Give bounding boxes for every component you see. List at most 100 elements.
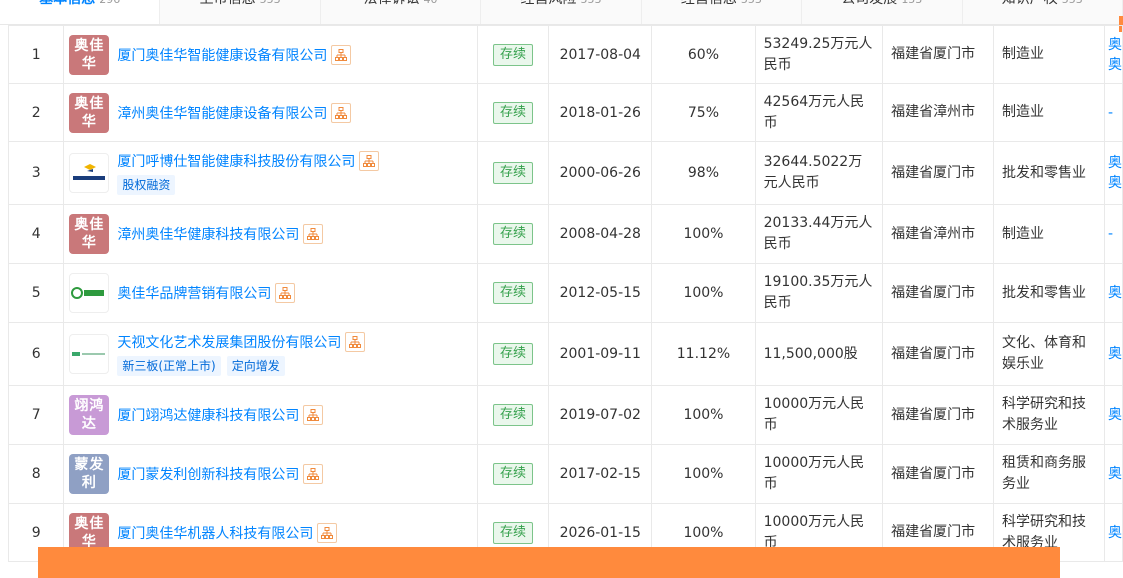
registered-capital: 53249.25万元人民币 bbox=[754, 25, 884, 84]
tab-6[interactable]: 知识产权 553 bbox=[962, 0, 1123, 24]
company-name-link[interactable]: 厦门翊鸿达健康科技有限公司 bbox=[117, 405, 299, 425]
truncated-link[interactable]: - bbox=[1105, 224, 1121, 244]
registered-capital-text: 10000万元人民币 bbox=[763, 455, 865, 492]
row-number-text: 1 bbox=[31, 46, 41, 63]
table-row: 2 奥佳华漳州奥佳华智能健康设备有限公司 存续 2018-01-26 75% 42564万… bbox=[7, 83, 1123, 142]
tab-label: 公司发展 bbox=[841, 0, 897, 7]
industry-text: 批发和零售业 bbox=[1001, 164, 1086, 181]
truncated-link[interactable]: 奥 奥 bbox=[1105, 153, 1122, 193]
table-row: 5 奥佳华品牌营销有限公司 存续 2012-05-15 100% 19100.35万元人民… bbox=[7, 263, 1123, 323]
orange-overlay-bar bbox=[38, 547, 1060, 578]
status-badge: 存续 bbox=[493, 223, 534, 245]
established-date: 2019-07-02 bbox=[548, 385, 653, 445]
status-badge: 存续 bbox=[493, 282, 534, 304]
region-text: 福建省厦门市 bbox=[891, 406, 976, 423]
row-number-text: 9 bbox=[31, 524, 41, 541]
established-date-text: 2017-02-15 bbox=[559, 466, 641, 482]
status-badge: 存续 bbox=[493, 43, 534, 66]
company-cell: 蒙发利厦门蒙发利创新科技有限公司 bbox=[63, 444, 478, 504]
established-date: 2012-05-15 bbox=[548, 263, 653, 323]
tab-label: 基本信息 bbox=[39, 0, 95, 7]
tab-count: 553 bbox=[580, 0, 601, 6]
holding-ratio: 11.12% bbox=[651, 322, 756, 386]
company-structure-icon[interactable] bbox=[331, 102, 352, 123]
status-cell: 存续 bbox=[476, 83, 550, 142]
row-overflow-cell: - bbox=[1103, 204, 1123, 264]
region: 福建省漳州市 bbox=[882, 83, 994, 142]
established-date: 2008-04-28 bbox=[548, 204, 653, 264]
row-overflow-cell: 奥 bbox=[1103, 322, 1123, 386]
registered-capital-text: 19100.35万元人民币 bbox=[763, 274, 873, 311]
company-name-link[interactable]: 天视文化艺术发展集团股份有限公司 bbox=[117, 332, 341, 352]
company-structure-icon[interactable] bbox=[317, 522, 338, 543]
established-date-text: 2000-06-26 bbox=[559, 165, 641, 181]
tab-3[interactable]: 经营风险 553 bbox=[481, 0, 642, 24]
registered-capital: 10000万元人民币 bbox=[754, 385, 884, 445]
holding-ratio-text: 75% bbox=[687, 104, 720, 121]
holding-ratio-text: 100% bbox=[683, 226, 724, 242]
tab-0[interactable]: 基本信息 296 bbox=[0, 0, 161, 24]
tab-4[interactable]: 经营信息 553 bbox=[641, 0, 803, 24]
tab-1[interactable]: 上市信息 553 bbox=[160, 0, 321, 24]
truncated-link[interactable]: 奥 bbox=[1105, 464, 1122, 484]
company-structure-icon[interactable] bbox=[275, 283, 296, 303]
row-overflow-cell: 奥 奥 bbox=[1103, 25, 1123, 84]
tab-count: 553 bbox=[741, 0, 762, 6]
row-overflow-cell: 奥 bbox=[1103, 263, 1123, 323]
company-structure-icon[interactable] bbox=[303, 405, 324, 425]
company-name-link[interactable]: 厦门蒙发利创新科技有限公司 bbox=[117, 464, 299, 484]
region: 福建省厦门市 bbox=[882, 263, 994, 323]
company-logo-text: 奥佳华 bbox=[74, 95, 105, 130]
row-number-text: 4 bbox=[31, 226, 41, 242]
row-number: 6 bbox=[7, 322, 65, 386]
status-badge: 存续 bbox=[493, 162, 534, 184]
company-logo-text: 翊鸿达 bbox=[74, 398, 105, 432]
industry-text: 科学研究和技术服务业 bbox=[1001, 513, 1086, 551]
industry-text: 租赁和商务服务业 bbox=[1001, 455, 1086, 492]
row-number-text: 6 bbox=[31, 346, 41, 362]
company-tag[interactable]: 定向增发 bbox=[226, 356, 285, 376]
truncated-link[interactable]: - bbox=[1105, 103, 1121, 123]
row-number: 4 bbox=[7, 204, 65, 264]
company-structure-icon[interactable] bbox=[359, 151, 380, 171]
region-text: 福建省厦门市 bbox=[891, 465, 976, 482]
truncated-link[interactable]: 奥 奥 bbox=[1105, 35, 1122, 75]
company-tag[interactable]: 新三板(正常上市) bbox=[117, 356, 221, 376]
company-name-link[interactable]: 厦门奥佳华机器人科技有限公司 bbox=[117, 523, 313, 543]
company-name-link[interactable]: 漳州奥佳华智能健康设备有限公司 bbox=[117, 103, 327, 123]
company-tag[interactable]: 股权融资 bbox=[117, 175, 176, 195]
truncated-link[interactable]: 奥 bbox=[1105, 523, 1122, 543]
tab-count: 153 bbox=[901, 0, 922, 6]
company-cell: 翊鸿达厦门翊鸿达健康科技有限公司 bbox=[63, 385, 478, 445]
company-structure-icon[interactable] bbox=[303, 224, 324, 244]
registered-capital-text: 10000万元人民币 bbox=[763, 396, 865, 433]
company-structure-icon[interactable] bbox=[345, 332, 366, 352]
tab-2[interactable]: 法律诉讼 40 bbox=[320, 0, 482, 24]
company-structure-icon[interactable] bbox=[303, 464, 324, 484]
tab-5[interactable]: 公司发展 153 bbox=[802, 0, 963, 24]
company-cell: 厦门呼博仕智能健康科技股份有限公司 股权融资 bbox=[63, 141, 478, 205]
status-cell: 存续 bbox=[476, 263, 550, 323]
company-structure-icon[interactable] bbox=[331, 44, 352, 65]
company-logo: 奥佳华 bbox=[69, 92, 110, 133]
region-text: 福建省厦门市 bbox=[891, 524, 976, 540]
industry: 制造业 bbox=[992, 83, 1105, 142]
truncated-link[interactable]: 奥 bbox=[1105, 344, 1122, 364]
company-name-link[interactable]: 奥佳华品牌营销有限公司 bbox=[117, 283, 271, 303]
status-cell: 存续 bbox=[476, 204, 550, 264]
truncated-link[interactable]: 奥 bbox=[1105, 283, 1122, 303]
truncated-link[interactable]: 奥 bbox=[1105, 405, 1122, 425]
region: 福建省厦门市 bbox=[882, 322, 994, 386]
company-name-link[interactable]: 漳州奥佳华健康科技有限公司 bbox=[117, 224, 299, 244]
region-text: 福建省漳州市 bbox=[891, 225, 976, 242]
row-overflow-cell: - bbox=[1103, 83, 1123, 142]
region: 福建省厦门市 bbox=[882, 444, 994, 504]
holding-ratio-text: 100% bbox=[683, 285, 724, 301]
company-cell: 奥佳华漳州奥佳华智能健康设备有限公司 bbox=[63, 83, 478, 142]
table-row: 4 奥佳华漳州奥佳华健康科技有限公司 存续 2008-04-28 100% 20133.4… bbox=[7, 204, 1123, 264]
company-name-link[interactable]: 厦门呼博仕智能健康科技股份有限公司 bbox=[117, 151, 355, 171]
company-logo-text: 蒙发利 bbox=[74, 457, 105, 491]
company-name-link[interactable]: 厦门奥佳华智能健康设备有限公司 bbox=[117, 45, 327, 65]
established-date: 2018-01-26 bbox=[548, 83, 653, 142]
company-tags: 新三板(正常上市) 定向增发 bbox=[117, 356, 365, 376]
